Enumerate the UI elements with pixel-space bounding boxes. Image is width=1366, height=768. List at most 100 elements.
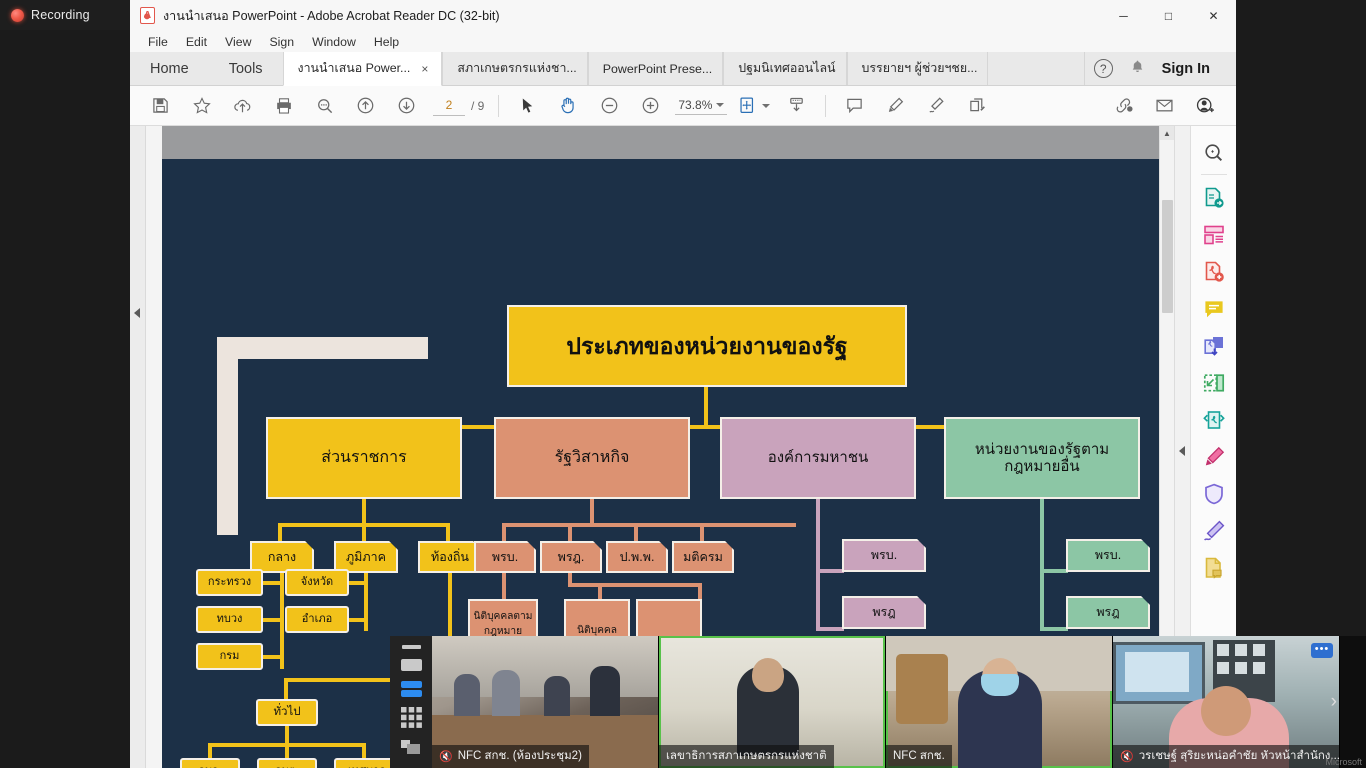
connector-govt-c2 bbox=[362, 523, 366, 543]
speaker-view-icon[interactable] bbox=[400, 645, 422, 649]
help-icon[interactable]: ? bbox=[1093, 59, 1113, 78]
highlight-icon[interactable] bbox=[875, 90, 916, 122]
connector-pub-b bbox=[816, 627, 844, 631]
chevron-down-icon[interactable] bbox=[716, 102, 725, 107]
next-page-icon[interactable] bbox=[386, 90, 427, 122]
minimize-video-icon[interactable] bbox=[400, 738, 422, 756]
window-controls: ─ □ ✕ bbox=[1101, 0, 1236, 31]
video-tile-4-more-options[interactable]: ••• bbox=[1311, 643, 1333, 658]
zoom-out-icon[interactable] bbox=[589, 90, 630, 122]
tab-home[interactable]: Home bbox=[130, 52, 209, 85]
scroll-up-icon[interactable]: ▲ bbox=[1160, 126, 1174, 140]
share-link-icon[interactable] bbox=[1103, 90, 1144, 122]
organize-pages-icon[interactable] bbox=[1196, 217, 1232, 253]
page-number-input[interactable] bbox=[433, 95, 465, 116]
document-tab-3[interactable]: PowerPoint Prese... bbox=[587, 52, 724, 85]
menu-view[interactable]: View bbox=[216, 33, 260, 51]
comment-tool-icon[interactable] bbox=[1196, 291, 1232, 327]
search-icon[interactable] bbox=[304, 90, 345, 122]
highlight-tool-icon[interactable] bbox=[1196, 439, 1232, 475]
zoom-level-value: 73.8% bbox=[678, 97, 713, 112]
close-icon[interactable]: × bbox=[418, 62, 431, 76]
video-tile-2[interactable]: เลขาธิการสภาเกษตรกรแห่งชาติ bbox=[659, 636, 886, 768]
notification-bell-icon[interactable] bbox=[1126, 59, 1150, 79]
video-tile-2-label: เลขาธิการสภาเกษตรกรแห่งชาติ bbox=[659, 745, 834, 768]
video-tile-1[interactable]: 🔇 NFC สกช. (ห้องประชุม2) bbox=[432, 636, 659, 768]
upload-cloud-icon[interactable] bbox=[222, 90, 263, 122]
zoom-in-icon[interactable] bbox=[630, 90, 671, 122]
document-tab-1-label: งานนำเสนอ Power... bbox=[297, 61, 411, 75]
export-pdf-icon[interactable] bbox=[1196, 180, 1232, 216]
email-icon[interactable] bbox=[1144, 90, 1185, 122]
menu-sign[interactable]: Sign bbox=[260, 33, 303, 51]
tab-tools[interactable]: Tools bbox=[209, 52, 283, 85]
video-tile-3[interactable]: NFC สกช. bbox=[886, 636, 1113, 768]
scroll-mode-icon[interactable] bbox=[776, 90, 817, 122]
expand-right-panel-icon[interactable] bbox=[1179, 446, 1185, 456]
zoom-level-control[interactable]: 73.8% bbox=[675, 97, 728, 115]
document-tab-4-label: ปฐมนิเทศออนไลน์ bbox=[738, 61, 836, 75]
soe-law-3: ป.พ.พ. bbox=[606, 541, 668, 573]
video-tile-4[interactable]: ••• 🔇 วรเชษฐ์ สุริยะหน่อคำชัย หัวหน้าสำน… bbox=[1113, 636, 1340, 768]
document-tab-2-label: สภาเกษตรกรแห่งชา... bbox=[457, 61, 577, 75]
document-tab-4[interactable]: ปฐมนิเทศออนไลน์ bbox=[723, 52, 847, 85]
watermark-text: Microsoft bbox=[1325, 757, 1362, 767]
category-box-4: หน่วยงานของรัฐตาม กฎหมายอื่น bbox=[944, 417, 1140, 499]
minimize-button[interactable]: ─ bbox=[1101, 0, 1146, 31]
menu-help[interactable]: Help bbox=[365, 33, 408, 51]
page-navigation: / 9 bbox=[433, 95, 484, 116]
connector-soe-status-a bbox=[502, 573, 506, 601]
stamp-icon[interactable] bbox=[1196, 550, 1232, 586]
signature-icon[interactable] bbox=[916, 90, 957, 122]
crop-pages-icon[interactable] bbox=[1196, 365, 1232, 401]
connector-soe-status-bus bbox=[568, 583, 702, 587]
combine-files-icon[interactable] bbox=[1196, 328, 1232, 364]
govt-branch-local: ท้องถิ่น bbox=[418, 541, 482, 573]
connector-pub-a bbox=[816, 569, 844, 573]
create-pdf-icon[interactable] bbox=[1196, 254, 1232, 290]
expand-left-panel-icon[interactable] bbox=[134, 308, 140, 318]
close-button[interactable]: ✕ bbox=[1191, 0, 1236, 31]
menu-window[interactable]: Window bbox=[303, 33, 365, 51]
menu-edit[interactable]: Edit bbox=[177, 33, 216, 51]
recording-label: Recording bbox=[31, 8, 90, 22]
split-view-icon[interactable] bbox=[400, 681, 422, 697]
star-icon[interactable] bbox=[181, 90, 222, 122]
next-video-page-icon[interactable]: › bbox=[1331, 691, 1337, 713]
screen: Recording A งานนำเสนอ PowerPoint - Adobe… bbox=[0, 0, 1366, 768]
document-tab-2[interactable]: สภาเกษตรกรแห่งชา... bbox=[442, 52, 588, 85]
video-tile-1-label: 🔇 NFC สกช. (ห้องประชุม2) bbox=[432, 745, 589, 768]
single-view-icon[interactable] bbox=[400, 659, 422, 671]
connector-soe-d bbox=[700, 523, 704, 543]
document-tab-5-label: บรรยายฯ ผู้ช่วยฯชย... bbox=[861, 61, 978, 75]
connector-other-b bbox=[1040, 627, 1068, 631]
sign-in-button[interactable]: Sign In bbox=[1154, 61, 1224, 77]
muted-mic-icon: 🔇 bbox=[439, 750, 453, 763]
fill-and-sign-icon[interactable] bbox=[1196, 513, 1232, 549]
fit-page-chevron-icon[interactable] bbox=[762, 103, 771, 108]
maximize-button[interactable]: □ bbox=[1146, 0, 1191, 31]
search-document-icon[interactable] bbox=[1196, 134, 1232, 170]
scrollbar-thumb[interactable] bbox=[1162, 200, 1173, 313]
protect-icon[interactable] bbox=[1196, 476, 1232, 512]
gallery-view-icon[interactable] bbox=[400, 707, 422, 728]
compress-pdf-icon[interactable] bbox=[1196, 402, 1232, 438]
comment-icon[interactable] bbox=[834, 90, 875, 122]
soe-law-2: พรฎ. bbox=[540, 541, 602, 573]
hand-tool-icon[interactable] bbox=[548, 90, 589, 122]
select-tool-icon[interactable] bbox=[507, 90, 548, 122]
connector-other-a bbox=[1040, 569, 1068, 573]
fill-sign-icon[interactable] bbox=[957, 90, 998, 122]
menu-file[interactable]: File bbox=[139, 33, 177, 51]
left-panel-toggle[interactable] bbox=[130, 126, 146, 768]
document-tab-5[interactable]: บรรยายฯ ผู้ช่วยฯชย... bbox=[846, 52, 989, 85]
save-icon[interactable] bbox=[140, 90, 181, 122]
connector-soe-down bbox=[590, 499, 594, 523]
previous-page-icon[interactable] bbox=[345, 90, 386, 122]
add-person-icon[interactable] bbox=[1185, 90, 1226, 122]
rail-divider bbox=[1200, 174, 1227, 175]
connector-soe-c bbox=[634, 523, 638, 543]
print-icon[interactable] bbox=[263, 90, 304, 122]
video-layout-controls bbox=[390, 636, 432, 768]
document-tab-1[interactable]: งานนำเสนอ Power... × bbox=[282, 52, 443, 86]
